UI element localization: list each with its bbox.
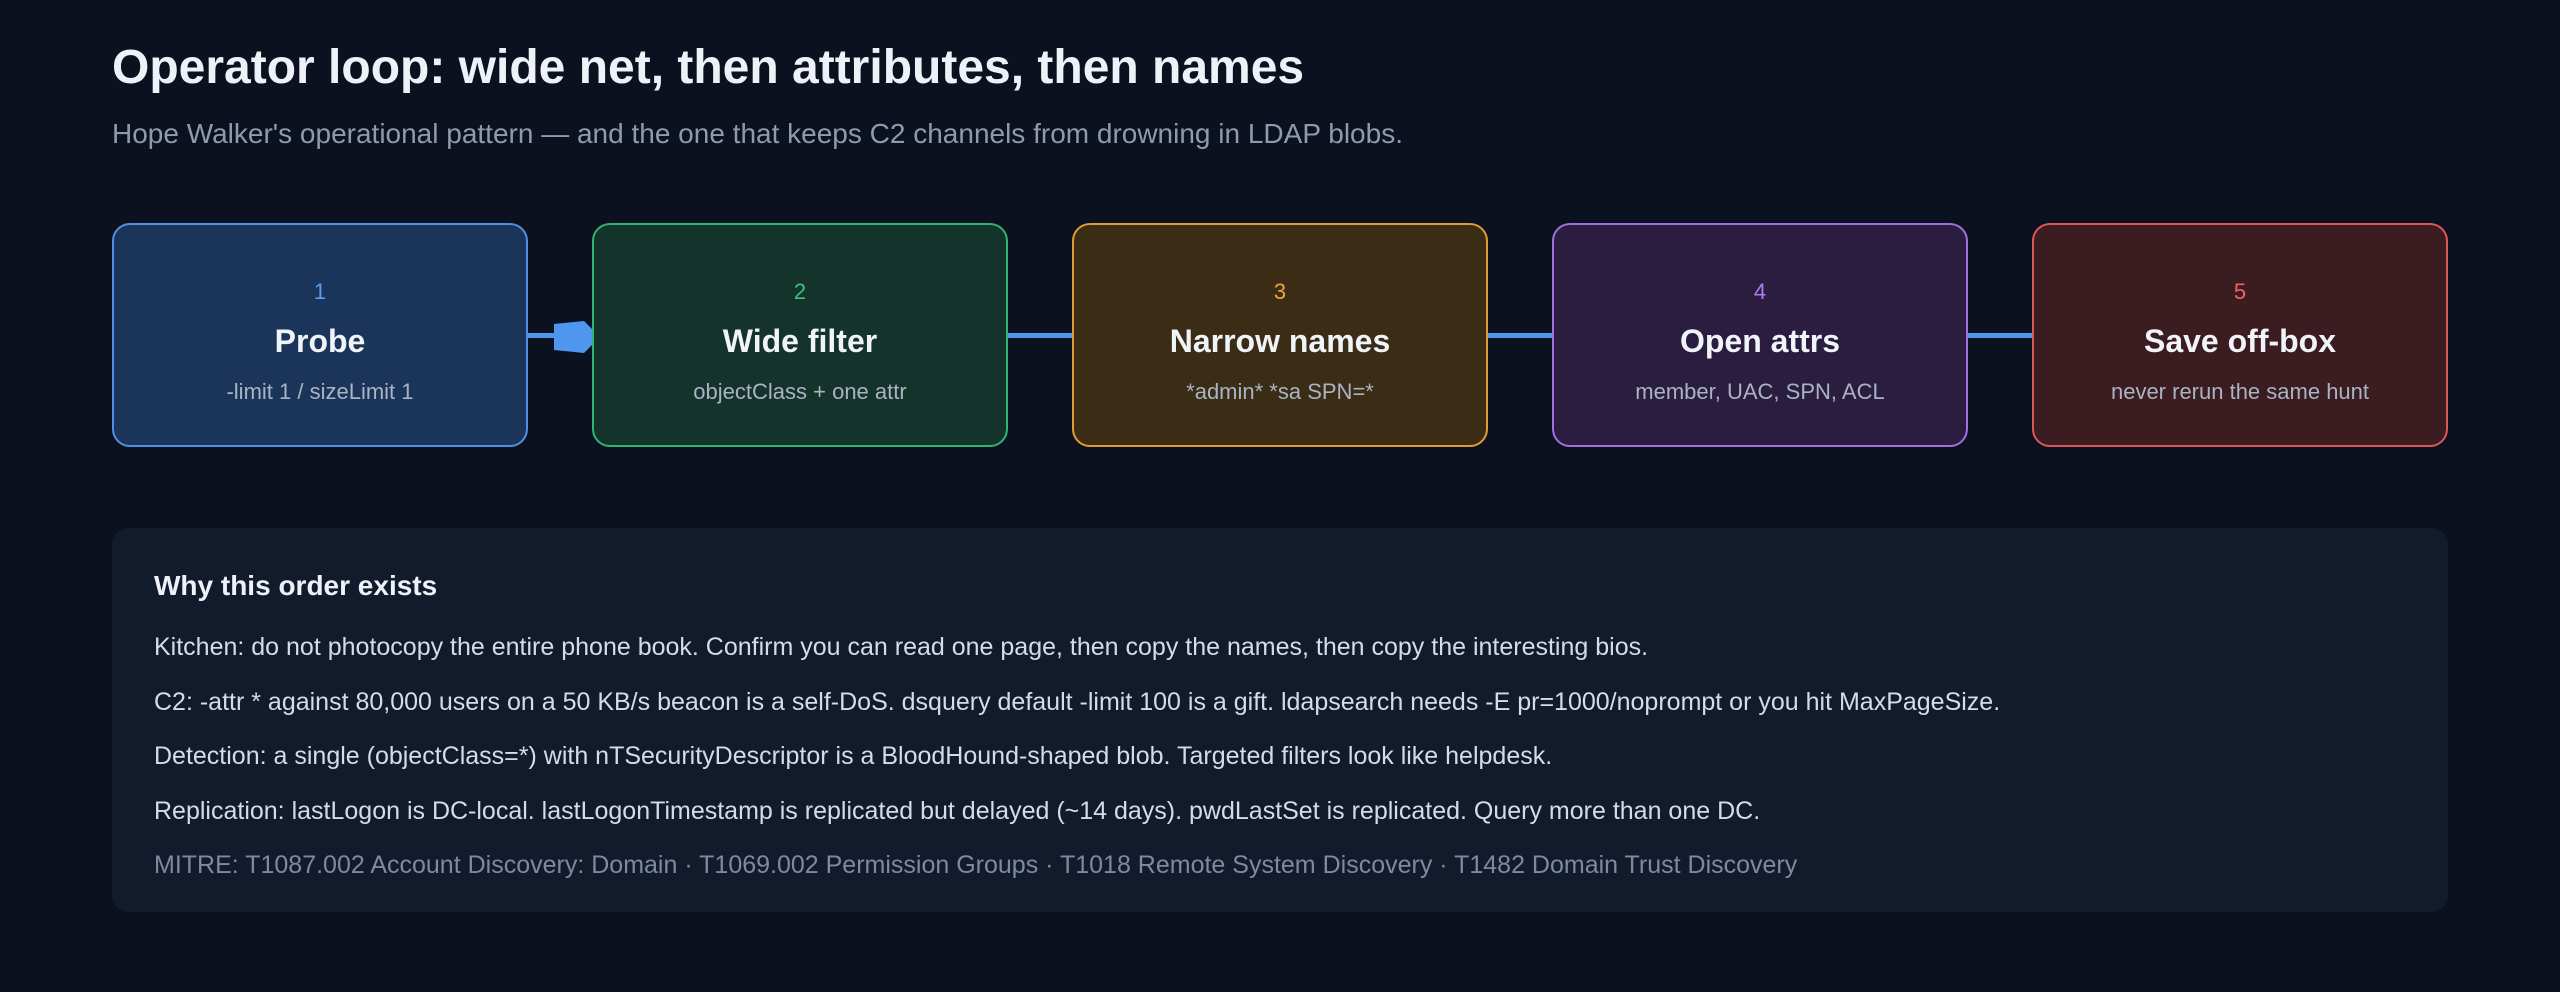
operator-loop-flow: 1 Probe -limit 1 / sizeLimit 1 2 Wide fi… [0,0,2560,500]
note-kitchen: Kitchen: do not photocopy the entire pho… [154,633,1649,661]
mitre-references: MITRE: T1087.002 Account Discovery: Doma… [154,851,1798,879]
note-detection: Detection: a single (objectClass=*) with… [154,742,1553,770]
note-c2: C2: -attr * against 80,000 users on a 50… [154,688,2001,716]
connector-4-5 [1966,333,2042,338]
step-number: 1 [313,279,327,304]
connector-3-4 [1486,333,1562,338]
notes-panel: Why this order exists Kitchen: do not ph… [112,528,2448,912]
step-title: Wide filter [722,323,878,359]
step-narrow-names: 3 Narrow names *admin* *sa SPN=* [1072,223,1488,447]
step-title: Open attrs [1679,323,1841,359]
step-number: 3 [1273,279,1287,304]
connector-2-3 [1006,333,1082,338]
step-probe: 1 Probe -limit 1 / sizeLimit 1 [112,223,528,447]
step-title: Narrow names [1169,323,1391,359]
step-title: Probe [274,323,366,359]
step-title: Save off-box [2143,323,2337,359]
step-number: 2 [793,279,807,304]
step-number: 4 [1753,279,1767,304]
step-number: 5 [2233,279,2247,304]
step-save-off-box: 5 Save off-box never rerun the same hunt [2032,223,2448,447]
step-open-attrs: 4 Open attrs member, UAC, SPN, ACL [1552,223,1968,447]
step-description: -limit 1 / sizeLimit 1 [226,379,414,404]
notes-heading: Why this order exists [154,570,438,601]
note-replication: Replication: lastLogon is DC-local. last… [154,797,1761,825]
step-description: never rerun the same hunt [2110,379,2370,404]
step-description: member, UAC, SPN, ACL [1635,379,1885,404]
step-description: *admin* *sa SPN=* [1186,379,1374,404]
step-wide-filter: 2 Wide filter objectClass + one attr [592,223,1008,447]
step-description: objectClass + one attr [693,379,907,404]
